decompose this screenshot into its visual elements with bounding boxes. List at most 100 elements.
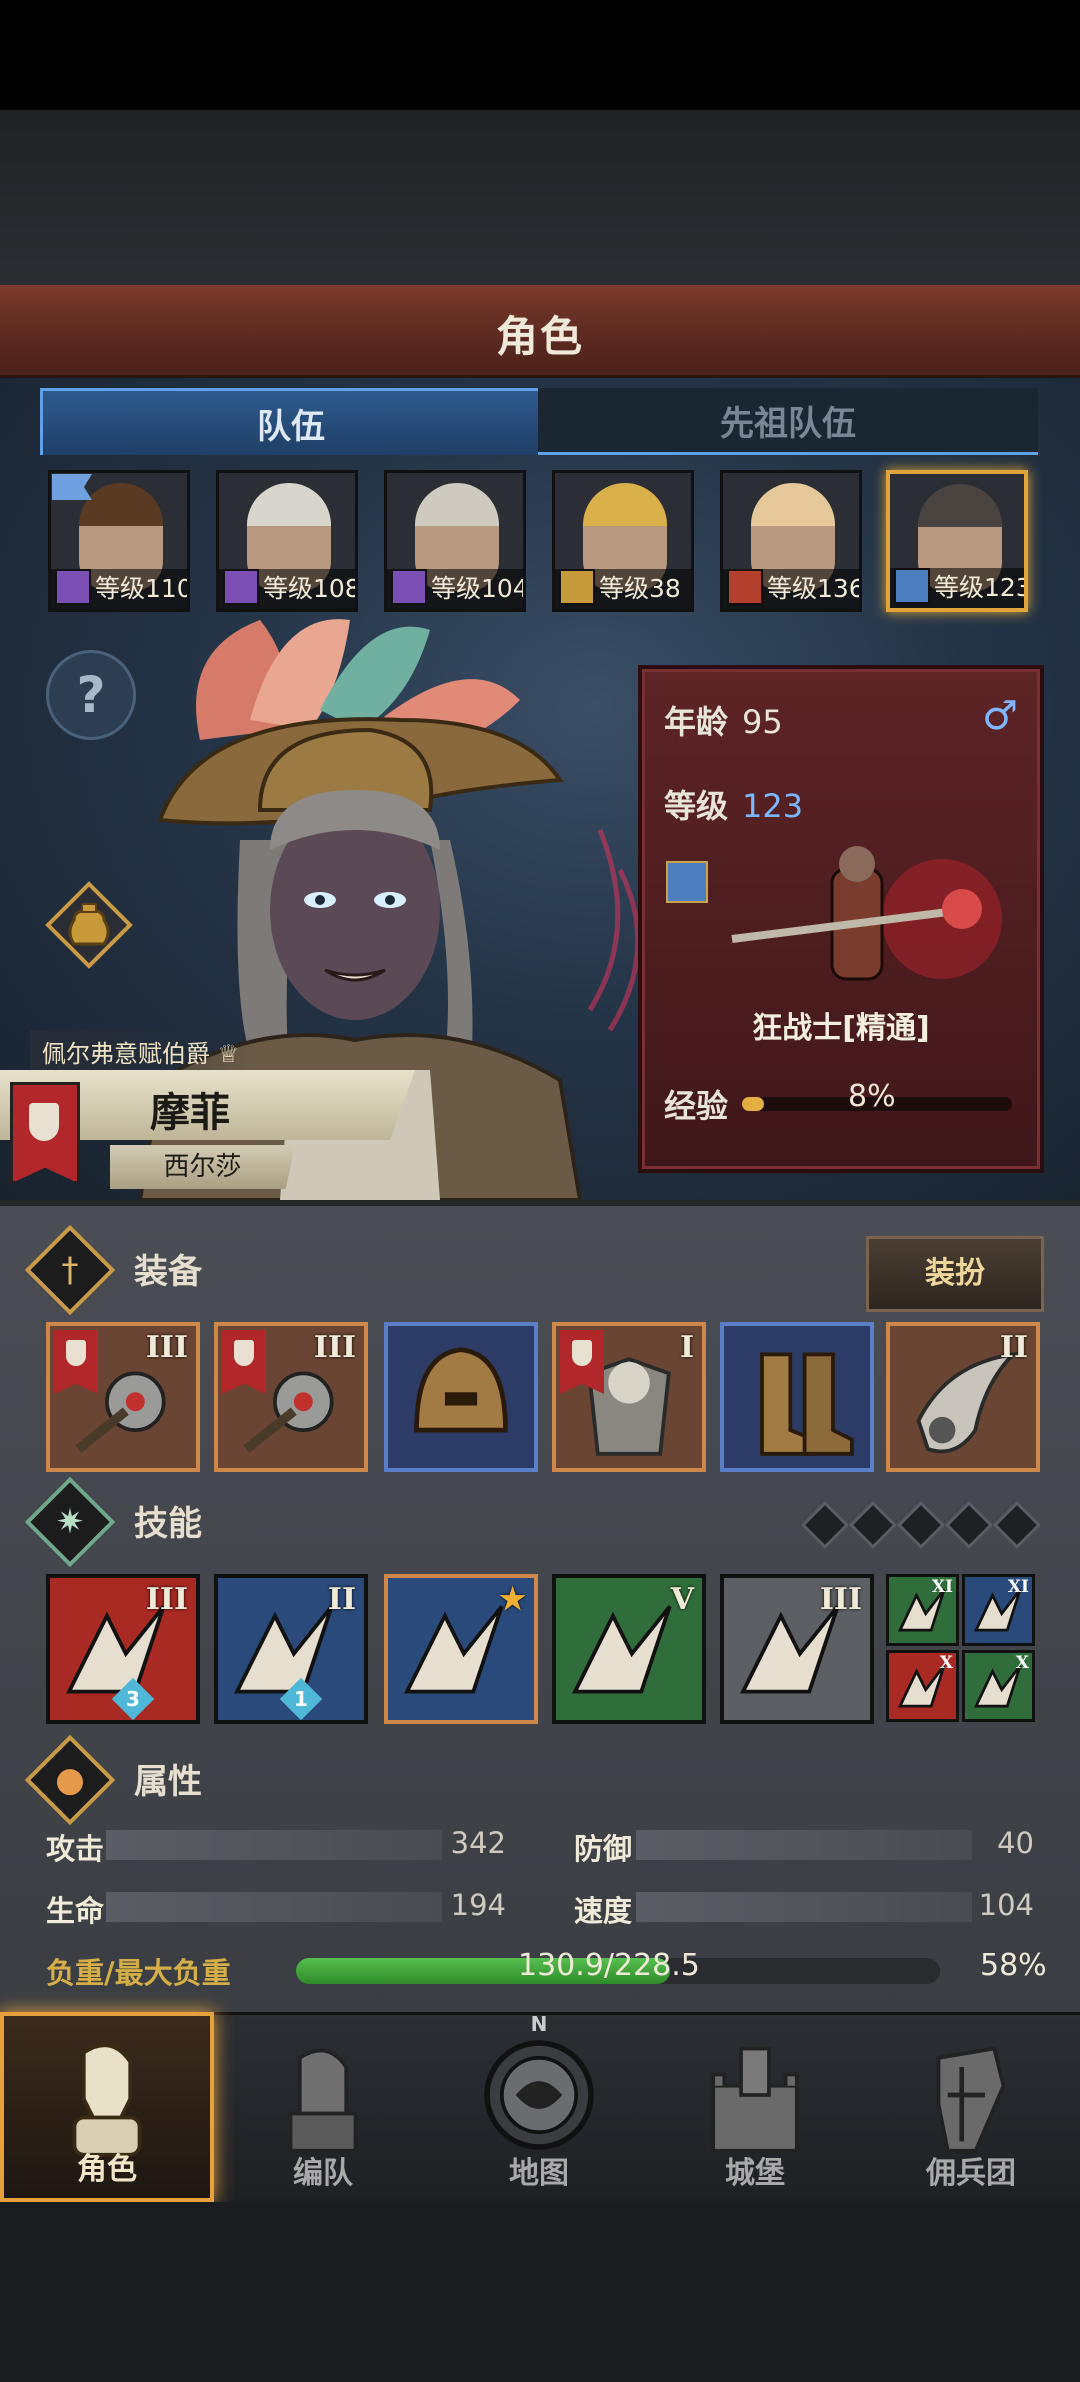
nav-mercenary[interactable]: 佣兵团 [864,2012,1078,2202]
level-label: 等级 [664,787,729,825]
defense-value: 40 [997,1826,1034,1860]
defense-row: 防御 40 [574,1822,1034,1866]
compass-map-icon [484,2040,594,2150]
age-value: 95 [742,703,783,741]
skill-slot-4[interactable]: V [552,1574,706,1724]
male-gender-icon: ♂ [982,693,1018,739]
boots-icon [760,1352,854,1456]
skill-slot-2[interactable]: II 1 [214,1574,368,1724]
equipment-slot-2[interactable]: III [214,1322,368,1472]
staff-icon [223,569,259,605]
skill-tier: V [670,1582,694,1617]
attack-value: 342 [450,1826,506,1860]
passive-tier: X [1015,1653,1029,1673]
skill-count: 1 [294,1687,308,1711]
party-member-2[interactable]: 等级108 [216,470,358,612]
tab-team[interactable]: 队伍 [40,388,542,455]
help-icon[interactable]: ? [46,650,136,740]
load-percent: 58% [980,1948,1047,1983]
load-label: 负重/最大负重 [46,1956,231,1990]
equipment-slot-3[interactable] [384,1322,538,1472]
level-row: 等级 123 [664,781,803,827]
nav-label: 城堡 [725,2156,785,2191]
passive-tier: X [939,1653,953,1673]
hp-value: 194 [450,1888,506,1922]
xp-label: 经验 [664,1087,729,1125]
nav-label: 地图 [509,2156,569,2191]
passive-tier: XI [1007,1577,1029,1597]
speed-row: 速度 104 [574,1884,1034,1928]
person-icon: ● [55,1760,85,1800]
equipment-tier: I [679,1330,694,1365]
age-row: 年龄 95 [664,697,783,743]
crown-icon: ♕ [217,1040,240,1068]
staff-icon [55,569,91,605]
helmet-icon [414,1347,508,1433]
nav-knight[interactable]: 角色 [0,2012,214,2202]
skill-tier: ★ [499,1582,526,1617]
hp-label: 生命 [46,1894,105,1928]
skill-tier: III [145,1582,188,1617]
passive-skill-3[interactable]: X [886,1650,959,1722]
skill-slot-3[interactable]: ★ [384,1574,538,1724]
nav-formation[interactable]: 编队 [216,2012,430,2202]
team-tabs: 队伍 先祖队伍 [40,388,1040,456]
passive-skill-1[interactable]: XI [886,1574,959,1646]
equipment-slot-5[interactable] [720,1322,874,1472]
skill-count-badge: 3 [111,1677,155,1720]
skill-slot-1[interactable]: III 3 [46,1574,200,1724]
tab-ancestor-team[interactable]: 先祖队伍 [538,388,1038,455]
party-member-4[interactable]: 等级38 [552,470,694,612]
party-member-5[interactable]: 等级136 [720,470,862,612]
pouch-icon[interactable] [44,880,134,970]
mercenary-icon [936,2046,1006,2153]
skill-count-badge: 1 [279,1677,323,1720]
party-member-6[interactable]: 等级123 [886,470,1028,612]
character-info-card: 年龄 95 ♂ 等级 123 狂战士[精通] 经验 8% [638,665,1044,1173]
attributes-label: 属性 [134,1762,202,1802]
equipment-slot-4[interactable]: I [552,1322,706,1472]
character-subname: 西尔莎 [110,1145,295,1189]
equipment-tier: III [313,1330,356,1365]
equipment-label: 装备 [134,1252,202,1292]
nav-castle[interactable]: 城堡 [648,2012,862,2202]
character-name: 摩菲 [150,1090,230,1136]
equipment-slot-1[interactable]: III [46,1322,200,1472]
attributes-header: ● 属性 [24,1734,1050,1826]
bottom-spacer [0,2202,1080,2382]
sword-class-icon [666,861,708,903]
attack-row: 攻击 342 [46,1822,506,1866]
nav-label: 佣兵团 [926,2156,1016,2191]
passive-skill-4[interactable]: X [962,1650,1035,1722]
nav-label: 编队 [293,2156,353,2191]
party-member-3[interactable]: 等级104 [384,470,526,612]
formation-icon [288,2048,358,2153]
skills-label: 技能 [134,1504,202,1544]
defense-label: 防御 [574,1832,633,1866]
level-value: 123 [742,787,804,825]
skill-tier: II [327,1582,356,1617]
shield-icon [559,569,595,605]
age-label: 年龄 [664,703,729,741]
castle-icon [711,2046,799,2153]
speed-value: 104 [978,1888,1034,1922]
speed-label: 速度 [574,1894,633,1928]
status-bar [0,0,1080,110]
xp-percent: 8% [848,1079,896,1114]
xp-bar-fill [742,1097,764,1111]
hp-row: 生命 194 [46,1884,506,1928]
attack-label: 攻击 [46,1832,105,1866]
skill-slot-5[interactable]: III [720,1574,874,1724]
nav-compass-map[interactable]: N 地图 [432,2012,646,2202]
class-figure-icon [731,846,1002,981]
passive-skill-2[interactable]: XI [962,1574,1035,1646]
dress-up-button[interactable]: 装扮 [866,1236,1044,1312]
passive-tier: XI [931,1577,953,1597]
top-spacer [0,110,1080,285]
compass-north-label: N [530,2012,548,2036]
equipment-slot-6[interactable]: II [886,1322,1040,1472]
equipment-tier: III [145,1330,188,1365]
staff-icon [391,569,427,605]
title-bar: 角色 [0,285,1080,378]
load-value: 130.9/228.5 [518,1948,700,1983]
